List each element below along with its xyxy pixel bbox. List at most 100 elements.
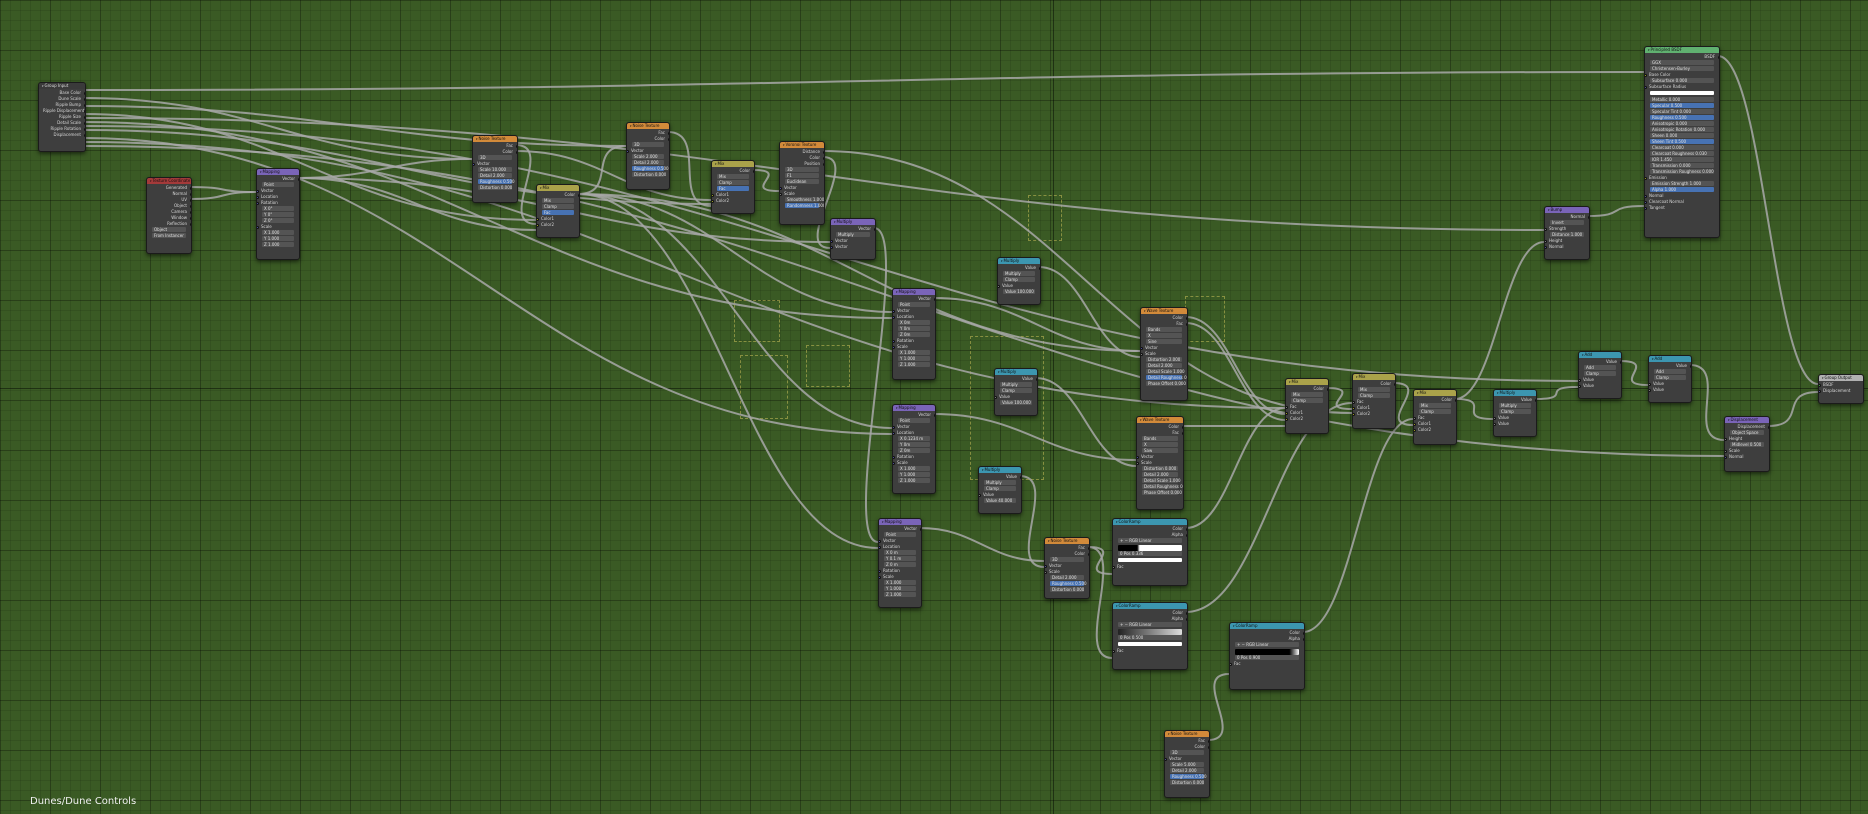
node-field[interactable]: Z 0° <box>262 218 294 223</box>
node-field[interactable]: Y 0m <box>898 442 930 447</box>
node-noise1[interactable]: Noise TextureFacColor3DVectorScale 10.00… <box>472 135 518 203</box>
node-field[interactable]: 3D <box>478 155 512 160</box>
socket-dot-icon[interactable] <box>1185 527 1187 531</box>
socket-dot-icon[interactable] <box>189 186 191 190</box>
node-field[interactable]: F1 <box>785 173 819 178</box>
node-field[interactable]: X 1.000 <box>898 350 930 355</box>
node-field[interactable]: Clamp <box>1584 371 1616 376</box>
node-field[interactable]: Bands <box>1146 327 1182 332</box>
node-field[interactable]: Anisotropic Rotation 0.000 <box>1650 127 1714 132</box>
socket-dot-icon[interactable] <box>893 425 895 429</box>
socket-dot-icon[interactable] <box>1414 416 1416 420</box>
socket-dot-icon[interactable] <box>998 284 1000 288</box>
socket-dot-icon[interactable] <box>822 150 824 154</box>
node-field[interactable]: + − RGB Linear <box>1118 622 1182 627</box>
node-link[interactable] <box>1302 418 1414 633</box>
node-field[interactable]: Metallic 0.000 <box>1650 97 1714 102</box>
node-mix1[interactable]: MixColorMixClampFacColor1Color2 <box>536 184 580 238</box>
socket-dot-icon[interactable] <box>780 192 782 196</box>
node-link[interactable] <box>1689 364 1725 441</box>
node-noise4[interactable]: Noise TextureFacColor3DVectorScale 5.000… <box>1164 730 1210 798</box>
node-field[interactable]: Alpha 1.000 <box>1650 187 1714 192</box>
socket-dot-icon[interactable] <box>1353 412 1355 416</box>
node-link[interactable] <box>515 144 537 225</box>
node-field[interactable]: Multiply <box>984 480 1016 485</box>
node-field[interactable]: Distortion 0.000 <box>1170 780 1204 785</box>
socket-dot-icon[interactable] <box>1137 461 1139 465</box>
node-field[interactable]: Detail 2.000 <box>1146 363 1182 368</box>
socket-dot-icon[interactable] <box>1454 398 1456 402</box>
node-multiply1[interactable]: MultiplyVectorMultiplyVectorVector <box>830 218 876 260</box>
node-field[interactable]: X 1.000 <box>262 230 294 235</box>
node-field[interactable]: Y 1.000 <box>898 356 930 361</box>
node-field[interactable]: Distortion 0.000 <box>1050 587 1084 592</box>
socket-dot-icon[interactable] <box>1045 570 1047 574</box>
node-field[interactable]: Sheen 0.000 <box>1650 133 1714 138</box>
socket-dot-icon[interactable] <box>1302 631 1304 635</box>
node-field[interactable]: Add <box>1584 365 1616 370</box>
socket-dot-icon[interactable] <box>1045 564 1047 568</box>
socket-dot-icon[interactable] <box>1286 417 1288 421</box>
node-field[interactable]: Fac <box>717 186 749 191</box>
node-field[interactable]: Roughness 0.500 <box>1050 581 1087 586</box>
node-ramp3[interactable]: ColorRampColorAlpha+ − RGB Linear0 Pos 0… <box>1229 622 1305 690</box>
node-field[interactable]: Detail 2.000 <box>1142 472 1178 477</box>
color-swatch[interactable] <box>1650 91 1714 95</box>
socket-dot-icon[interactable] <box>1185 617 1187 621</box>
socket-dot-icon[interactable] <box>879 545 881 549</box>
node-link[interactable] <box>1087 546 1113 659</box>
socket-dot-icon[interactable] <box>831 245 833 249</box>
node-link[interactable] <box>1185 402 1353 613</box>
node-field[interactable]: Phase Offset 0.000 <box>1146 381 1186 386</box>
node-field[interactable]: Clamp <box>542 204 574 209</box>
socket-dot-icon[interactable] <box>1141 352 1143 356</box>
socket-dot-icon[interactable] <box>1545 239 1547 243</box>
node-field[interactable]: Detail 2.000 <box>478 173 512 178</box>
node-mapping4[interactable]: MappingVectorPointVectorLocationX 0 mY 0… <box>878 518 922 608</box>
node-link[interactable] <box>189 186 257 193</box>
node-field[interactable]: Mix <box>1291 392 1323 397</box>
socket-dot-icon[interactable] <box>1579 384 1581 388</box>
socket-dot-icon[interactable] <box>1645 85 1647 89</box>
socket-dot-icon[interactable] <box>1113 565 1115 569</box>
node-field[interactable]: IOR 1.450 <box>1650 157 1714 162</box>
node-field[interactable]: Invert <box>1550 220 1584 225</box>
node-mapping3[interactable]: MappingVectorPointVectorLocationX 0.1234… <box>892 404 936 494</box>
socket-dot-icon[interactable] <box>1393 382 1395 386</box>
node-field[interactable]: X 1.000 <box>898 466 930 471</box>
node-field[interactable]: Scale 2.000 <box>632 154 664 159</box>
node-field[interactable]: X 0 m <box>884 550 916 555</box>
node-field[interactable]: Clamp <box>1358 393 1390 398</box>
socket-dot-icon[interactable] <box>667 137 669 141</box>
node-field[interactable]: + − RGB Linear <box>1118 538 1182 543</box>
node-field[interactable]: Euclidean <box>785 179 819 184</box>
node-field[interactable]: Randomness 1.000 <box>785 203 824 208</box>
node-field[interactable]: 3D <box>785 167 819 172</box>
node-field[interactable]: X 0m <box>898 320 930 325</box>
socket-dot-icon[interactable] <box>297 177 299 181</box>
socket-dot-icon[interactable] <box>515 150 517 154</box>
node-noise3[interactable]: Noise TextureFacColor3DVectorScaleDetail… <box>1044 537 1090 599</box>
socket-dot-icon[interactable] <box>1207 745 1209 749</box>
socket-dot-icon[interactable] <box>1645 206 1647 210</box>
node-link[interactable] <box>1185 407 1286 529</box>
node-field[interactable]: Roughness 0.500 <box>1650 115 1714 120</box>
socket-dot-icon[interactable] <box>1165 757 1167 761</box>
node-field[interactable]: Phase Offset 0.000 <box>1142 490 1182 495</box>
socket-dot-icon[interactable] <box>1019 475 1021 479</box>
socket-dot-icon[interactable] <box>1038 266 1040 270</box>
socket-dot-icon[interactable] <box>1185 316 1187 320</box>
socket-dot-icon[interactable] <box>1141 346 1143 350</box>
node-field[interactable]: Clamp <box>717 180 749 185</box>
node-field[interactable]: Z 0m <box>898 448 930 453</box>
node-link[interactable] <box>83 71 1645 91</box>
node-mix5[interactable]: MixColorMixClampFacColor1Color2 <box>1413 389 1457 445</box>
node-field[interactable]: Clamp <box>1291 398 1323 403</box>
socket-dot-icon[interactable] <box>1414 422 1416 426</box>
node-field[interactable]: Roughness 0.500 <box>632 166 669 171</box>
socket-dot-icon[interactable] <box>1645 194 1647 198</box>
node-link[interactable] <box>297 158 473 179</box>
node-field[interactable]: Detail 2.000 <box>1170 768 1204 773</box>
node-link[interactable] <box>1326 387 1353 410</box>
socket-dot-icon[interactable] <box>979 493 981 497</box>
